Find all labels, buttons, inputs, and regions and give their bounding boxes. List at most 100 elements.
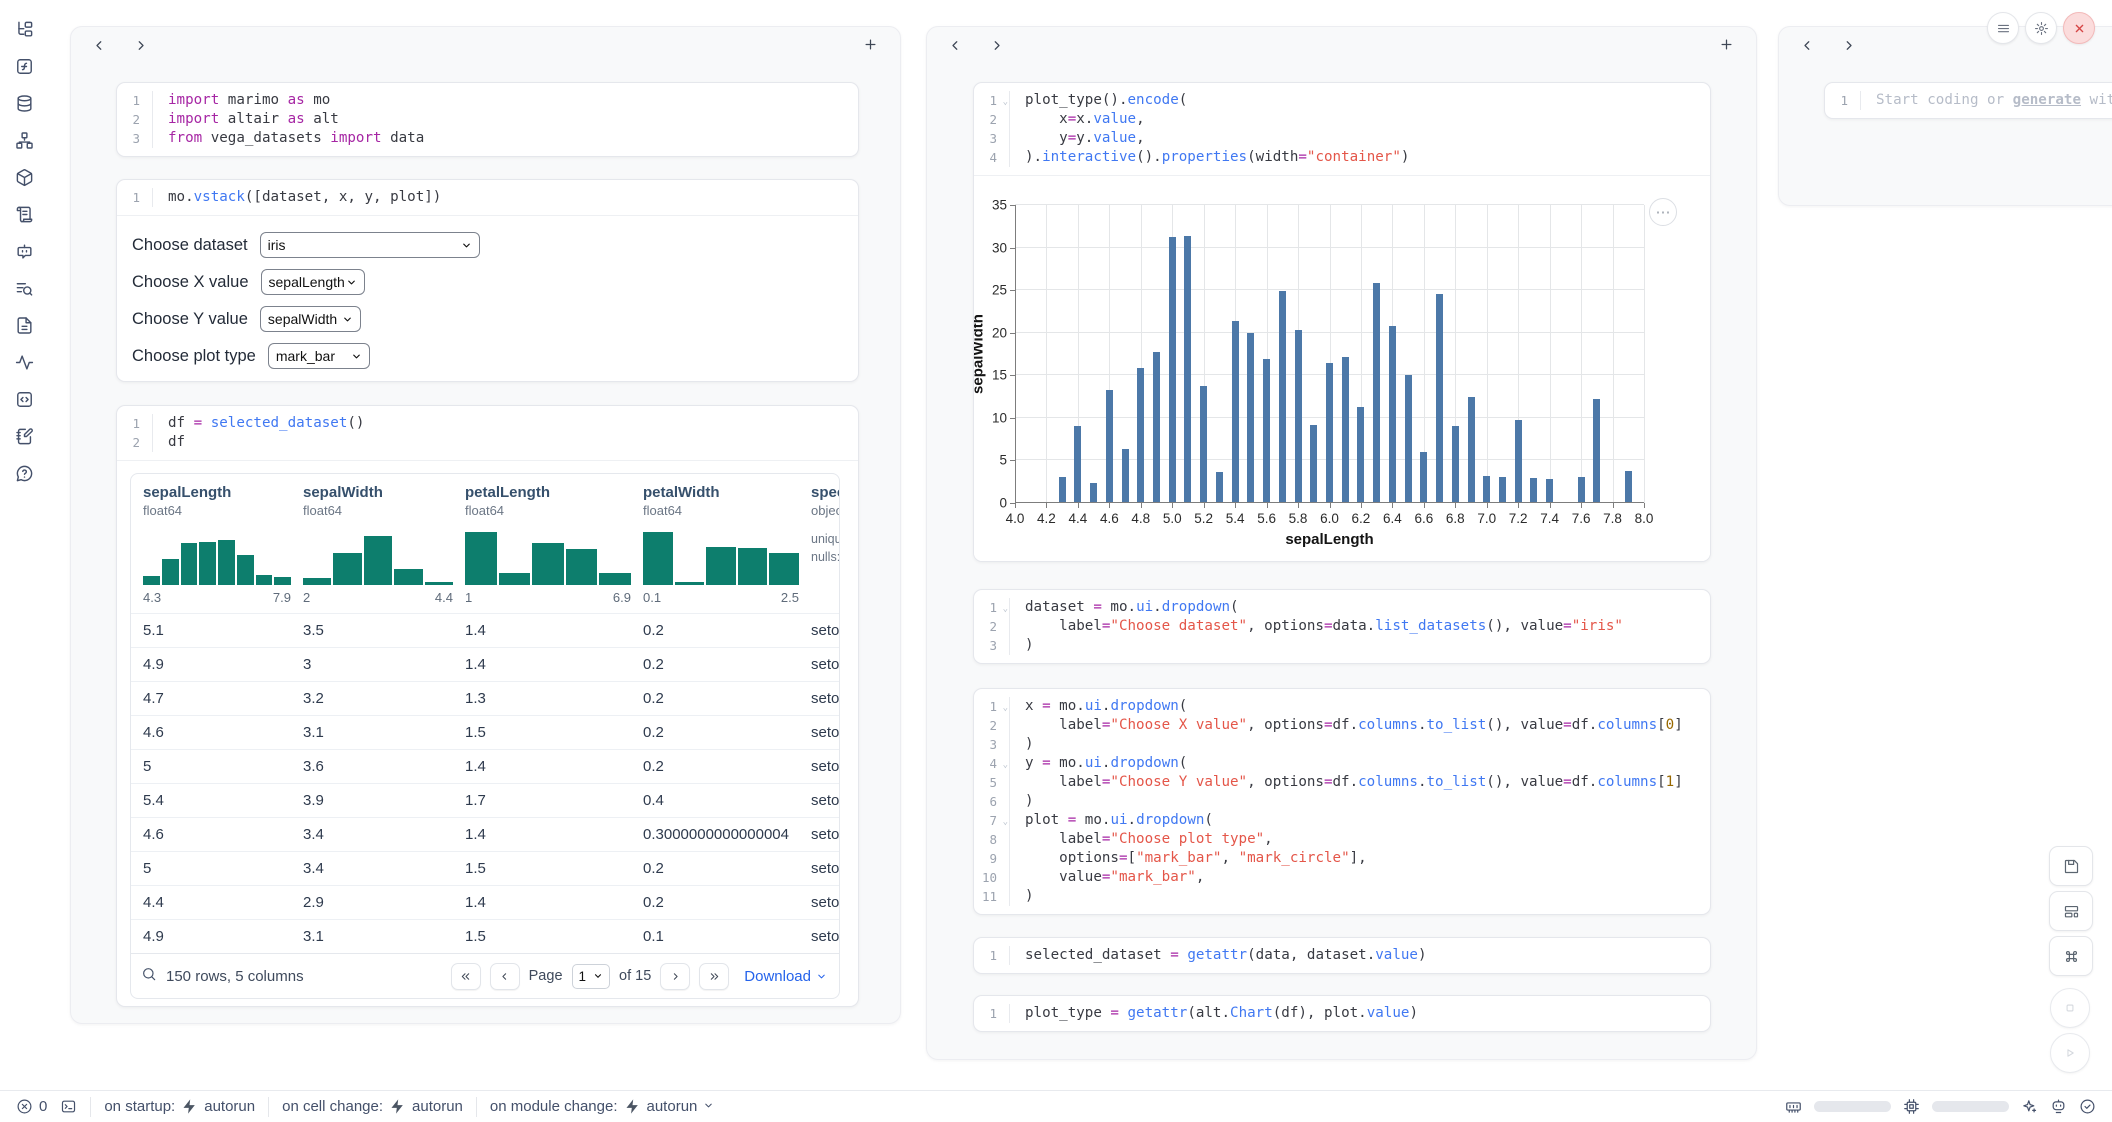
notebook-menu-button[interactable] [1987,12,2019,44]
code-line: 1⌄dataset = mo.ui.dropdown( [974,598,1710,617]
add-cell-icon[interactable] [863,37,879,53]
x-tick-mark [1172,503,1173,508]
code-line: 3 y=y.value, [974,129,1710,148]
y-tick-label: 30 [992,240,1007,255]
dropdown-select[interactable]: sepalLength [261,269,365,295]
chart-bar [1342,357,1349,503]
chart-y-axis-title: sepalWidth [973,314,987,394]
page-select[interactable]: 1 [572,964,611,989]
page-label: Page [529,968,563,984]
assistant-bot-icon[interactable] [2050,1098,2067,1115]
x-tick-mark [1487,503,1488,508]
scroll-text-icon[interactable] [15,205,34,224]
first-page-button[interactable] [451,963,481,990]
table-cell: 4.9 [131,656,291,673]
save-button[interactable] [2049,846,2093,886]
terminal-icon [60,1098,77,1115]
code-editor[interactable]: 1⌄plot_type().encode(2 x=x.value,3 y=y.v… [974,83,1710,175]
prev-page-button[interactable] [490,963,520,990]
column-scroll-right-icon[interactable] [133,38,148,53]
hist-max: 2.5 [781,590,799,605]
column-scroll-right-icon[interactable] [1841,38,1856,53]
activity-icon[interactable] [15,353,34,372]
dropdown-select[interactable]: iris [260,232,480,258]
code-editor[interactable]: 1selected_dataset = getattr(data, datase… [974,938,1710,973]
x-tick-label: 6.8 [1446,511,1465,526]
column-scroll-left-icon[interactable] [92,38,107,53]
table-cell: 5 [131,860,291,877]
code-editor[interactable]: 1⌄dataset = mo.ui.dropdown(2 label="Choo… [974,590,1710,663]
table-row: 53.41.50.2setosa [131,851,839,885]
dropdown-select[interactable]: sepalWidth [260,306,361,332]
connection-status-icon[interactable] [2079,1098,2096,1115]
chat-bot-icon[interactable] [15,242,34,261]
vega-actions-menu-icon[interactable]: ⋯ [1649,198,1677,226]
column-scroll-left-icon[interactable] [1800,38,1815,53]
code-editor[interactable]: 1⌄x = mo.ui.dropdown(2 label="Choose X v… [974,689,1710,914]
table-cell: 0.2 [631,894,799,911]
file-text-icon[interactable] [15,316,34,335]
table-row: 4.63.11.50.2setosa [131,715,839,749]
database-icon[interactable] [15,94,34,113]
package-icon[interactable] [15,168,34,187]
notebook-pen-icon[interactable] [15,427,34,446]
code-editor[interactable]: 1Start coding or generate with [1825,83,2112,118]
runmode-label: on module change: [490,1098,618,1115]
code-editor[interactable]: 1plot_type = getattr(alt.Chart(df), plot… [974,996,1710,1031]
file-tree-icon[interactable] [15,20,34,39]
column-header[interactable]: sepalWidthfloat6424.4 [303,484,465,605]
code-editor[interactable]: 1df = selected_dataset()2df [117,406,858,460]
hist-max: 7.9 [273,590,291,605]
search-icon[interactable] [141,966,157,986]
code-square-icon[interactable] [15,390,34,409]
dependency-graph-icon[interactable] [15,131,34,150]
x-tick-mark [1078,503,1079,508]
x-tick-label: 7.2 [1509,511,1528,526]
table-cell: setosa [799,894,839,911]
table-cell: 3.5 [291,622,453,639]
shutdown-button[interactable] [2063,12,2095,44]
layout-button[interactable] [2049,891,2093,931]
help-circle-icon[interactable] [15,464,34,483]
stop-button[interactable] [2050,988,2090,1028]
x-tick-label: 6.0 [1320,511,1339,526]
sparkles-icon[interactable] [2021,1098,2038,1115]
column-header[interactable]: speciesobjectunique:nulls: [811,484,839,605]
table-cell: 3.2 [291,690,453,707]
table-row: 4.73.21.30.2setosa [131,681,839,715]
function-square-icon[interactable] [15,57,34,76]
chart-bar [1216,472,1223,504]
last-page-button[interactable] [699,963,729,990]
add-cell-icon[interactable] [1719,37,1735,53]
y-tick-label: 15 [992,368,1007,383]
code-line: 1selected_dataset = getattr(data, datase… [974,946,1710,965]
x-tick-label: 5.8 [1289,511,1308,526]
chart-bar [1090,483,1097,503]
keyboard-shortcuts-button[interactable] [2049,936,2093,976]
column-header[interactable]: sepalLengthfloat644.37.9 [143,484,303,605]
download-button[interactable]: Download [744,968,827,985]
column-scroll-left-icon[interactable] [948,38,963,53]
x-tick-mark [1550,503,1551,508]
code-editor[interactable]: 1mo.vstack([dataset, x, y, plot]) [117,180,858,215]
dropdown-select[interactable]: mark_bar [268,343,370,369]
on-module-change-mode[interactable]: on module change: autorun [490,1098,714,1115]
terminal-toggle[interactable] [60,1098,77,1115]
table-cell: 3.9 [291,792,453,809]
on-startup-mode[interactable]: on startup: autorun [104,1098,255,1115]
column-header[interactable]: petalWidthfloat640.12.5 [643,484,811,605]
settings-button[interactable] [2025,12,2057,44]
chart-bar [1625,471,1632,503]
on-cell-change-mode[interactable]: on cell change: autorun [282,1098,463,1115]
runmode-label: on startup: [104,1098,175,1115]
table-cell: 4.6 [131,724,291,741]
column-scroll-right-icon[interactable] [989,38,1004,53]
next-page-button[interactable] [660,963,690,990]
chart-bar [1373,283,1380,503]
list-search-icon[interactable] [15,279,34,298]
run-button[interactable] [2050,1033,2090,1073]
error-count[interactable]: 0 [16,1098,47,1115]
column-header[interactable]: petalLengthfloat6416.9 [465,484,643,605]
table-body: 5.13.51.40.2setosa4.931.40.2setosa4.73.2… [131,613,839,953]
code-editor[interactable]: 1import marimo as mo2import altair as al… [117,83,858,156]
